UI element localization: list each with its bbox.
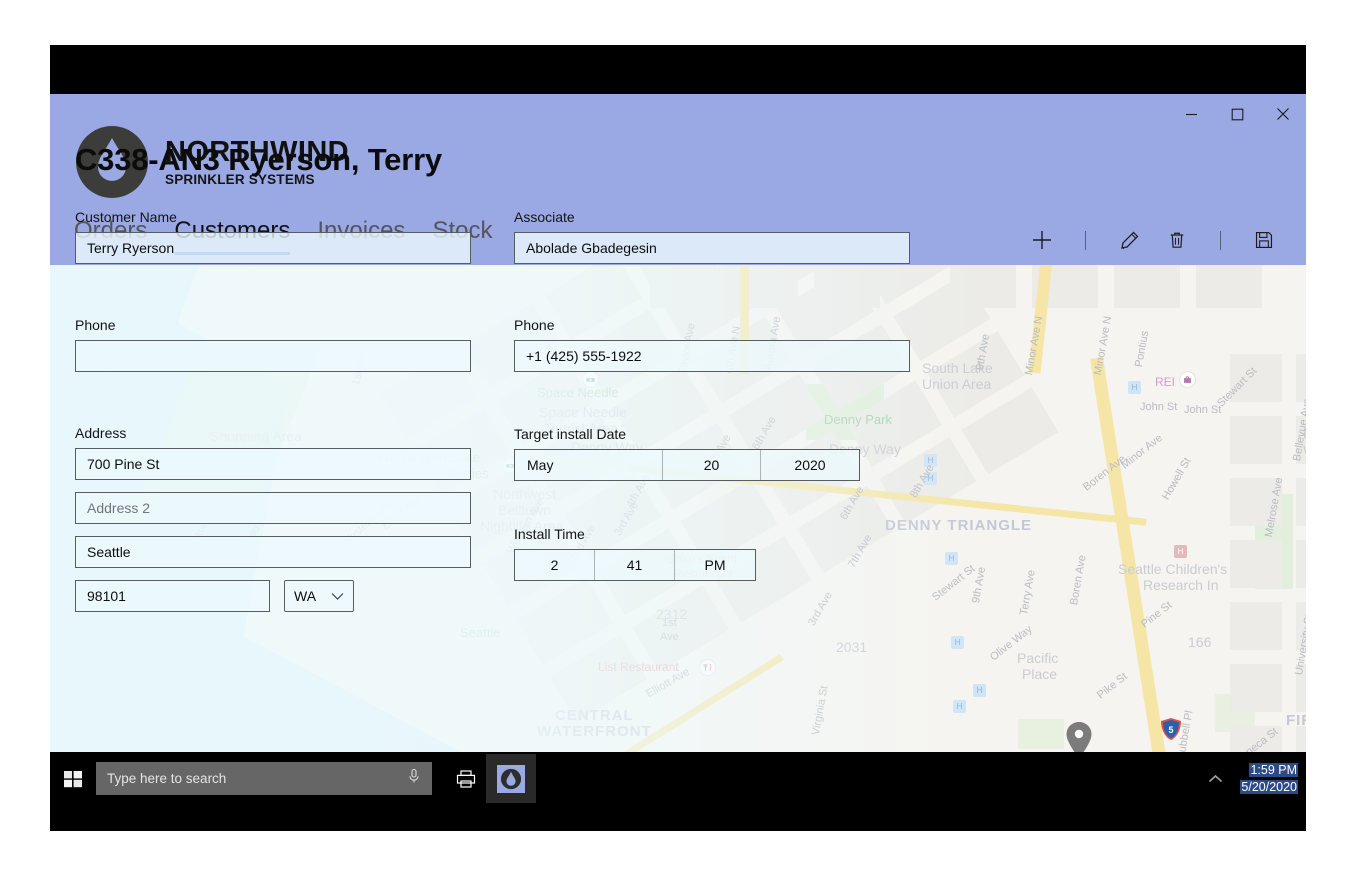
taskbar-search-input[interactable]: Type here to search bbox=[96, 762, 432, 795]
windows-start-icon[interactable] bbox=[50, 752, 96, 805]
map-street-label: FIRST HI bbox=[1286, 712, 1306, 729]
customer-name-field: Customer Name Terry Ryerson bbox=[75, 209, 471, 264]
target-install-date-label: Target install Date bbox=[514, 426, 627, 442]
chevron-up-icon[interactable] bbox=[1200, 759, 1230, 799]
map-street-label: WATERFRONT bbox=[537, 723, 652, 740]
time-picker: 2 41 PM bbox=[514, 549, 756, 581]
date-picker: May 20 2020 bbox=[514, 449, 860, 481]
map-street-label: REI bbox=[1155, 375, 1176, 389]
map-poi-transit-5-icon[interactable]: H bbox=[953, 700, 966, 713]
map-street-label: Seattle bbox=[460, 625, 501, 640]
map-street-label: Seattle Children's bbox=[1118, 561, 1228, 577]
time-hour-segment[interactable]: 2 bbox=[515, 550, 595, 580]
map-street-label: Union Area bbox=[922, 376, 992, 392]
map-poi-rei-store-icon[interactable] bbox=[1179, 371, 1196, 388]
phone-right-input[interactable]: +1 (425) 555-1922 bbox=[514, 340, 910, 372]
taskbar-northwind-app-button[interactable] bbox=[486, 754, 536, 803]
zip-state-row: 98101 WA bbox=[75, 580, 471, 612]
map-street-label: John St bbox=[1184, 404, 1222, 416]
window-controls bbox=[1168, 94, 1306, 134]
address-state-select[interactable]: WA bbox=[284, 580, 354, 612]
taskbar-clock[interactable]: 1:59 PM 5/20/2020 bbox=[1240, 762, 1298, 796]
form-column-left: Customer Name Terry Ryerson Phone Addres… bbox=[75, 209, 471, 612]
toolbar-divider-2 bbox=[1220, 230, 1221, 250]
northwind-app-window: 5 H H H H H H H H Space Needle Space Nee… bbox=[50, 94, 1306, 801]
desktop-screen: 5 H H H H H H H H Space Needle Space Nee… bbox=[50, 45, 1306, 831]
map-poi-transit-3-icon[interactable]: H bbox=[945, 552, 958, 565]
page-title: C338-AN3 Ryerson, Terry bbox=[75, 142, 442, 177]
time-minute-segment[interactable]: 41 bbox=[595, 550, 675, 580]
northwind-app-icon bbox=[497, 764, 525, 793]
target-install-date-field: Target install Date May 20 2020 bbox=[514, 426, 910, 481]
map-poi-transit-8-icon[interactable]: H bbox=[1128, 381, 1141, 394]
taskbar-search-placeholder: Type here to search bbox=[107, 771, 227, 786]
map-poi-transit-6-icon[interactable]: H bbox=[973, 684, 986, 697]
map-street-label: 2312 bbox=[656, 606, 688, 622]
clock-time: 1:59 PM bbox=[1249, 762, 1298, 777]
map-poi-hospital-icon[interactable]: H bbox=[1174, 545, 1187, 558]
address-label: Address bbox=[75, 425, 127, 441]
close-button[interactable] bbox=[1260, 94, 1306, 134]
windows-taskbar: Type here to search 1:59 PM 5/20/2020 bbox=[50, 752, 1306, 831]
form-column-right: Associate Abolade Gbadegesin Phone +1 (4… bbox=[514, 209, 910, 581]
phone-right-label: Phone bbox=[514, 317, 555, 333]
associate-field: Associate Abolade Gbadegesin bbox=[514, 209, 910, 264]
maximize-button[interactable] bbox=[1214, 94, 1260, 134]
time-meridiem-segment[interactable]: PM bbox=[675, 550, 755, 580]
printer-icon[interactable] bbox=[442, 762, 490, 795]
add-record-button[interactable] bbox=[1018, 220, 1066, 260]
address-state-value: WA bbox=[294, 588, 317, 604]
minimize-button[interactable] bbox=[1168, 94, 1214, 134]
map-street-label: 2031 bbox=[836, 639, 868, 655]
map-poi-restaurant-icon[interactable] bbox=[699, 659, 716, 676]
phone-left-input[interactable] bbox=[75, 340, 471, 372]
associate-input[interactable]: Abolade Gbadegesin bbox=[514, 232, 910, 264]
chevron-down-icon bbox=[331, 588, 344, 604]
map-street-label: Place bbox=[1022, 666, 1058, 682]
install-time-label: Install Time bbox=[514, 526, 585, 542]
map-street-label: Research In bbox=[1143, 577, 1219, 593]
address-line1-input[interactable]: 700 Pine St bbox=[75, 448, 471, 480]
map-street-label: CENTRAL bbox=[555, 707, 634, 724]
map-street-label: 166 bbox=[1188, 634, 1212, 650]
map-street-label: Pacific bbox=[1017, 650, 1059, 666]
phone-right-field: Phone +1 (425) 555-1922 bbox=[514, 317, 910, 372]
edit-record-button[interactable] bbox=[1105, 220, 1153, 260]
phone-left-label: Phone bbox=[75, 317, 116, 333]
address-zip-input[interactable]: 98101 bbox=[75, 580, 270, 612]
install-time-field: Install Time 2 41 PM bbox=[514, 526, 910, 581]
delete-record-button[interactable] bbox=[1153, 220, 1201, 260]
map-poi-transit-4-icon[interactable]: H bbox=[951, 636, 964, 649]
customer-name-label: Customer Name bbox=[75, 209, 177, 225]
address-city-input[interactable]: Seattle bbox=[75, 536, 471, 568]
date-month-segment[interactable]: May bbox=[515, 450, 663, 480]
map-street-label: List Restaurant bbox=[598, 660, 679, 674]
phone-left-field: Phone bbox=[75, 317, 471, 372]
address-field: Address 700 Pine St Address 2 Seattle 98… bbox=[75, 425, 471, 612]
address-line2-input[interactable]: Address 2 bbox=[75, 492, 471, 524]
svg-text:5: 5 bbox=[1168, 725, 1173, 735]
clock-date: 5/20/2020 bbox=[1240, 779, 1298, 794]
customer-name-input[interactable]: Terry Ryerson bbox=[75, 232, 471, 264]
toolbar-divider-1 bbox=[1085, 230, 1086, 250]
map-street-label: Ave bbox=[660, 631, 679, 643]
save-record-button[interactable] bbox=[1240, 220, 1288, 260]
record-toolbar bbox=[1018, 220, 1288, 260]
system-tray: 1:59 PM 5/20/2020 bbox=[1200, 752, 1306, 805]
date-day-segment[interactable]: 20 bbox=[663, 450, 761, 480]
microphone-icon[interactable] bbox=[407, 768, 421, 789]
map-street-label: John St bbox=[1140, 401, 1178, 413]
associate-label: Associate bbox=[514, 209, 575, 225]
date-year-segment[interactable]: 2020 bbox=[761, 450, 859, 480]
